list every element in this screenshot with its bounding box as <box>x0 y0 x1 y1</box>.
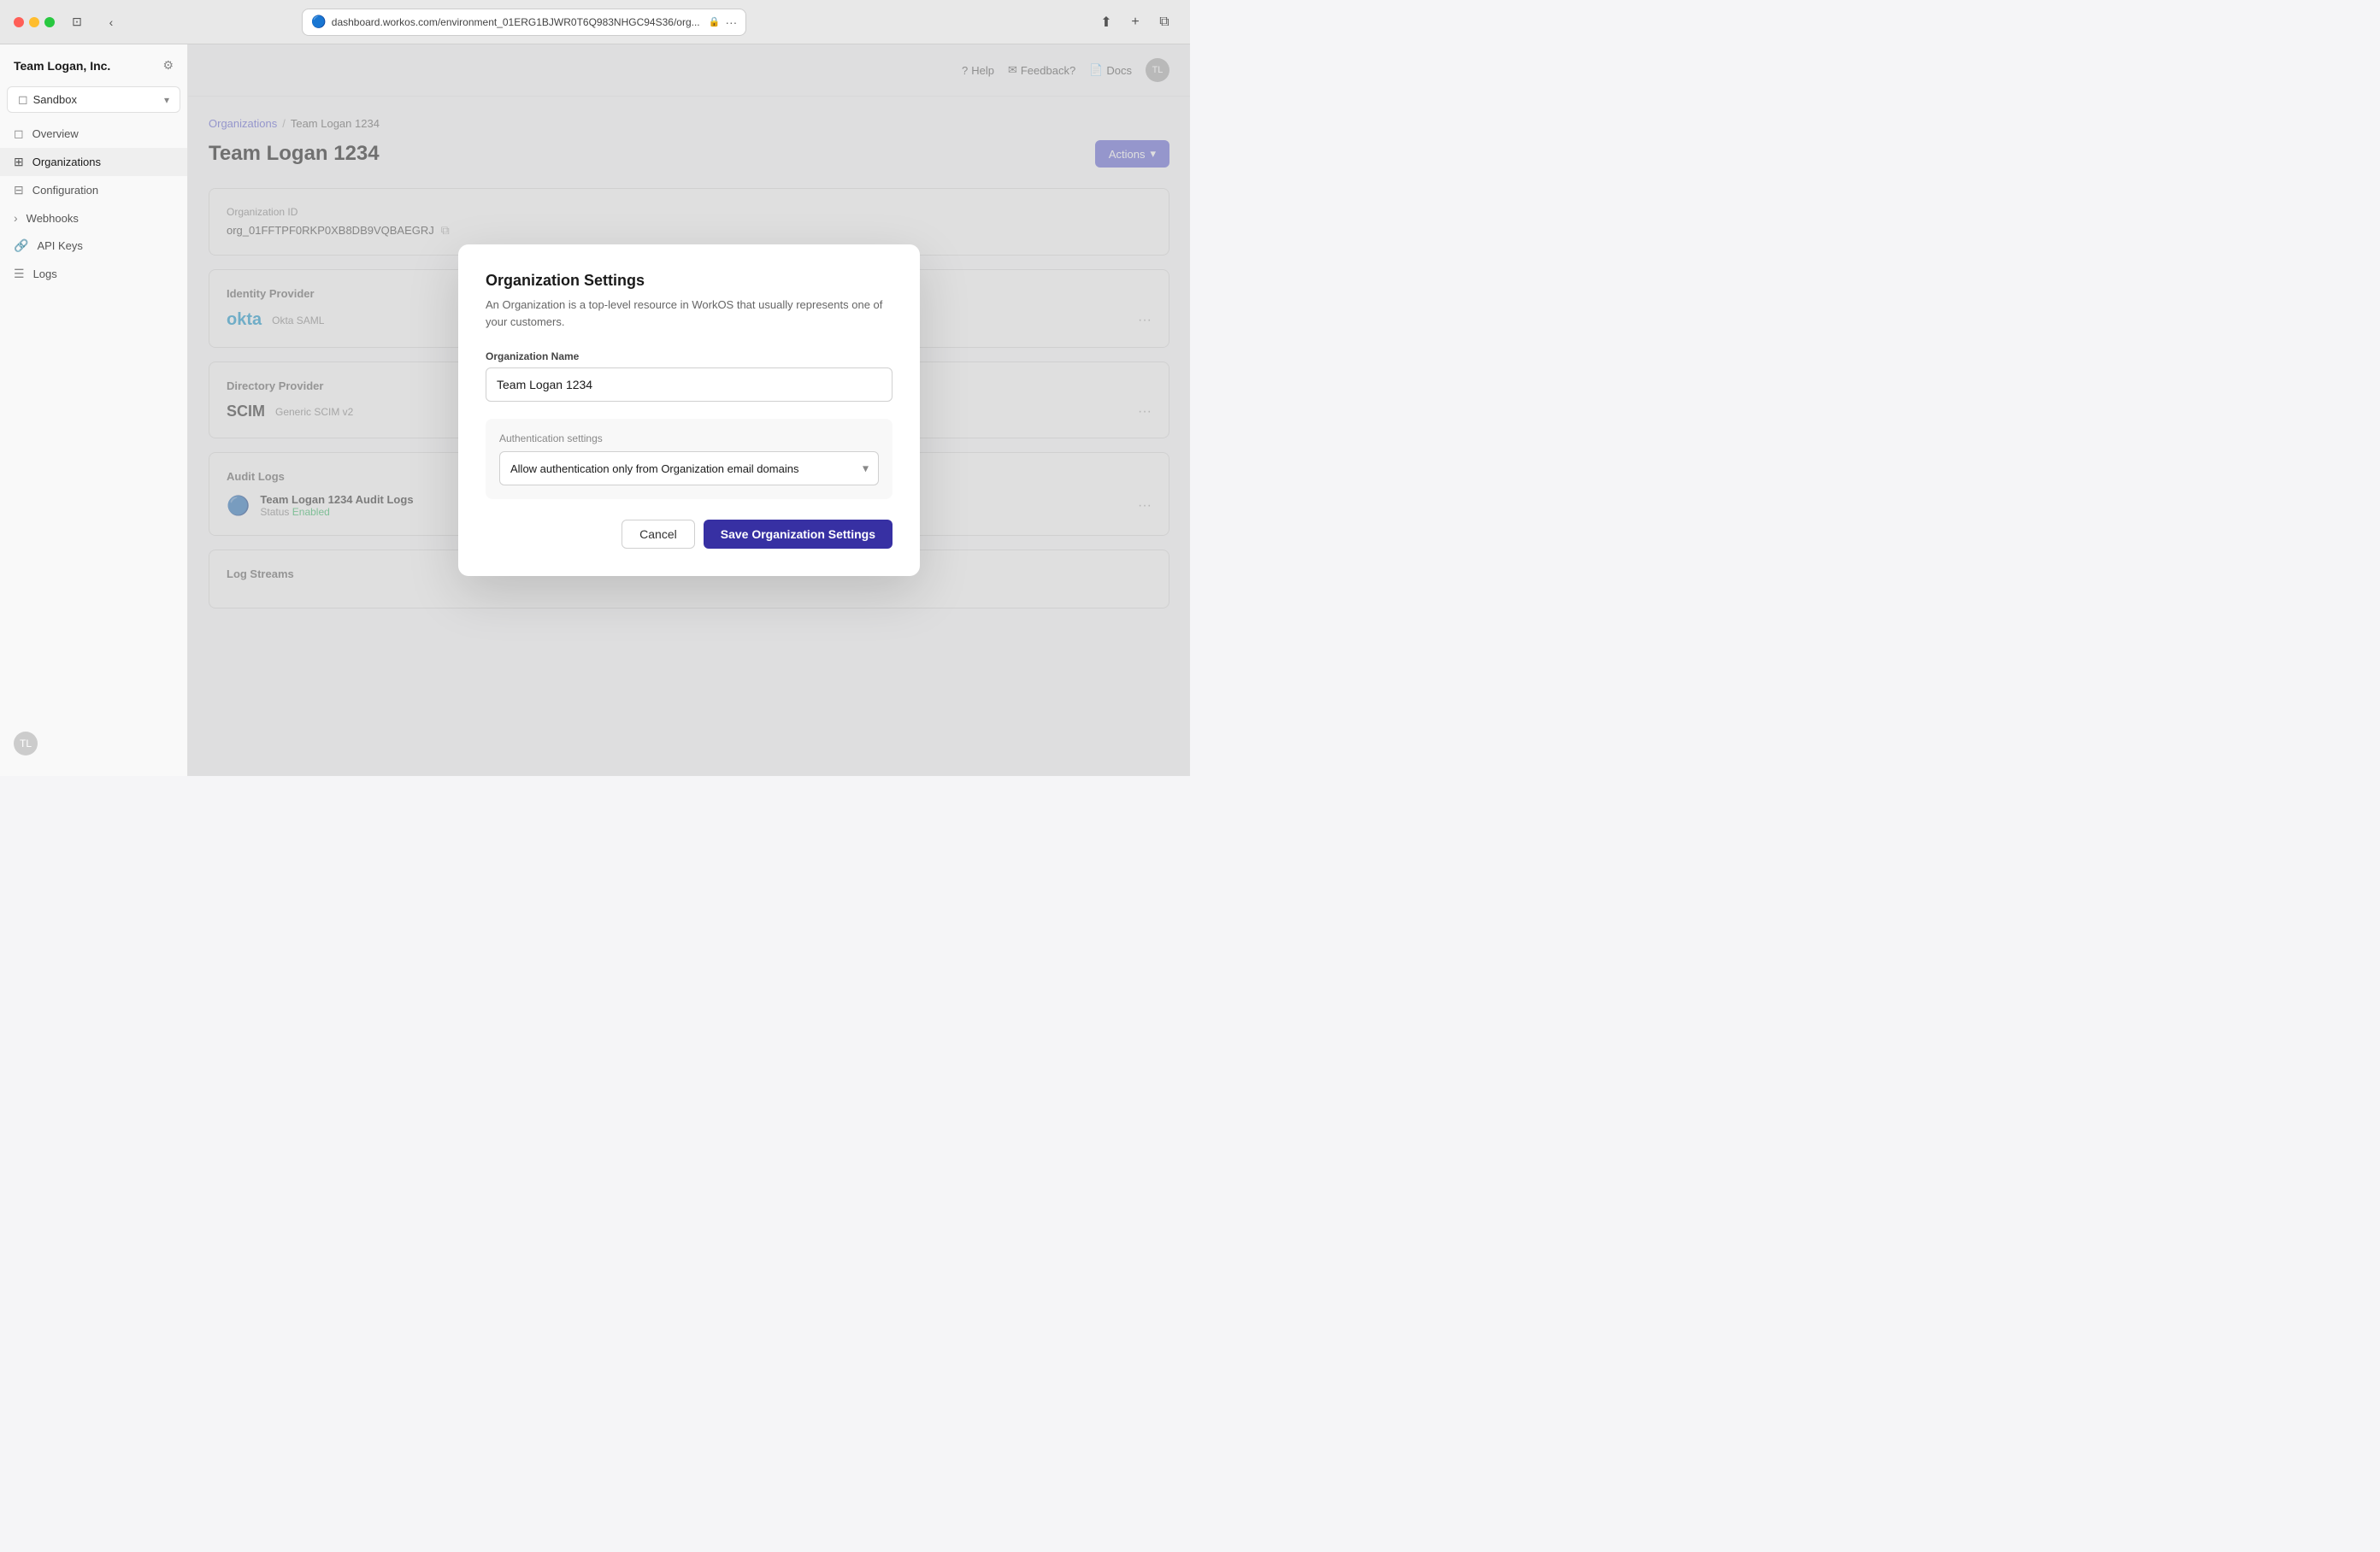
sidebar-item-configuration[interactable]: ⊟ Configuration <box>0 176 187 204</box>
sidebar-item-webhooks[interactable]: › Webhooks <box>0 204 187 232</box>
organizations-icon: ⊞ <box>14 155 24 169</box>
organization-settings-modal: Organization Settings An Organization is… <box>458 244 920 576</box>
sidebar-item-logs[interactable]: ☰ Logs <box>0 260 187 288</box>
browser-chrome: ⊡ ‹ 🔵 dashboard.workos.com/environment_0… <box>0 0 1190 44</box>
sidebar: Team Logan, Inc. ⚙ ◻ Sandbox ▾ ◻ Overvie… <box>0 44 188 776</box>
sandbox-icon: ◻ <box>18 92 28 107</box>
sidebar-item-logs-label: Logs <box>33 267 57 280</box>
org-name-field-label: Organization Name <box>486 350 892 362</box>
new-tab-button[interactable]: + <box>1123 10 1147 34</box>
modal-overlay: Organization Settings An Organization is… <box>188 44 1190 776</box>
cancel-button[interactable]: Cancel <box>622 520 695 549</box>
address-more-icon: ··· <box>725 15 737 29</box>
site-icon: 🔵 <box>311 15 326 29</box>
overview-icon: ◻ <box>14 126 24 141</box>
sidebar-item-organizations[interactable]: ⊞ Organizations <box>0 148 187 176</box>
sidebar-item-webhooks-label: Webhooks <box>27 212 79 225</box>
sidebar-toggle-button[interactable]: ⊡ <box>65 10 89 34</box>
settings-icon[interactable]: ⚙ <box>162 58 174 73</box>
sidebar-env-left: ◻ Sandbox <box>18 92 77 107</box>
close-traffic-light[interactable] <box>14 17 24 27</box>
sidebar-header: Team Logan, Inc. ⚙ <box>0 58 187 86</box>
address-text: dashboard.workos.com/environment_01ERG1B… <box>332 16 704 28</box>
sidebar-item-api-keys-label: API Keys <box>37 239 82 252</box>
logs-icon: ☰ <box>14 267 25 281</box>
modal-footer: Cancel Save Organization Settings <box>486 520 892 549</box>
org-name: Team Logan, Inc. <box>14 59 110 73</box>
org-name-input[interactable] <box>486 367 892 402</box>
configuration-icon: ⊟ <box>14 183 24 197</box>
webhooks-icon: › <box>14 211 18 225</box>
app-layout: Team Logan, Inc. ⚙ ◻ Sandbox ▾ ◻ Overvie… <box>0 44 1190 776</box>
auth-select[interactable]: Allow authentication only from Organizat… <box>499 451 879 485</box>
minimize-traffic-light[interactable] <box>29 17 39 27</box>
auth-settings-label: Authentication settings <box>499 432 879 444</box>
sidebar-item-organizations-label: Organizations <box>32 156 101 168</box>
sidebar-item-api-keys[interactable]: 🔗 API Keys <box>0 232 187 260</box>
sidebar-item-overview[interactable]: ◻ Overview <box>0 120 187 148</box>
chevron-down-icon: ▾ <box>164 94 169 106</box>
api-keys-icon: 🔗 <box>14 238 28 253</box>
save-organization-settings-button[interactable]: Save Organization Settings <box>704 520 892 549</box>
sidebar-bottom: TL <box>0 725 187 762</box>
main-content: ? Help ✉ Feedback? 📄 Docs TL Organizatio… <box>188 44 1190 776</box>
browser-back-button[interactable]: ‹ <box>99 10 123 34</box>
browser-right-controls: ⬆ + ⧉ <box>1094 10 1176 34</box>
fullscreen-traffic-light[interactable] <box>44 17 55 27</box>
user-avatar[interactable]: TL <box>14 732 38 755</box>
sidebar-env-selector[interactable]: ◻ Sandbox ▾ <box>7 86 180 113</box>
modal-title: Organization Settings <box>486 272 892 290</box>
sidebar-item-overview-label: Overview <box>32 127 79 140</box>
traffic-lights <box>14 17 55 27</box>
lock-icon: 🔒 <box>709 16 721 27</box>
env-label: Sandbox <box>33 93 77 106</box>
sidebar-item-configuration-label: Configuration <box>32 184 98 197</box>
split-view-button[interactable]: ⧉ <box>1152 10 1176 34</box>
address-bar[interactable]: 🔵 dashboard.workos.com/environment_01ERG… <box>302 9 746 36</box>
auth-settings-section: Authentication settings Allow authentica… <box>486 419 892 499</box>
modal-description: An Organization is a top-level resource … <box>486 297 892 330</box>
share-button[interactable]: ⬆ <box>1094 10 1118 34</box>
auth-select-wrapper: Allow authentication only from Organizat… <box>499 451 879 485</box>
